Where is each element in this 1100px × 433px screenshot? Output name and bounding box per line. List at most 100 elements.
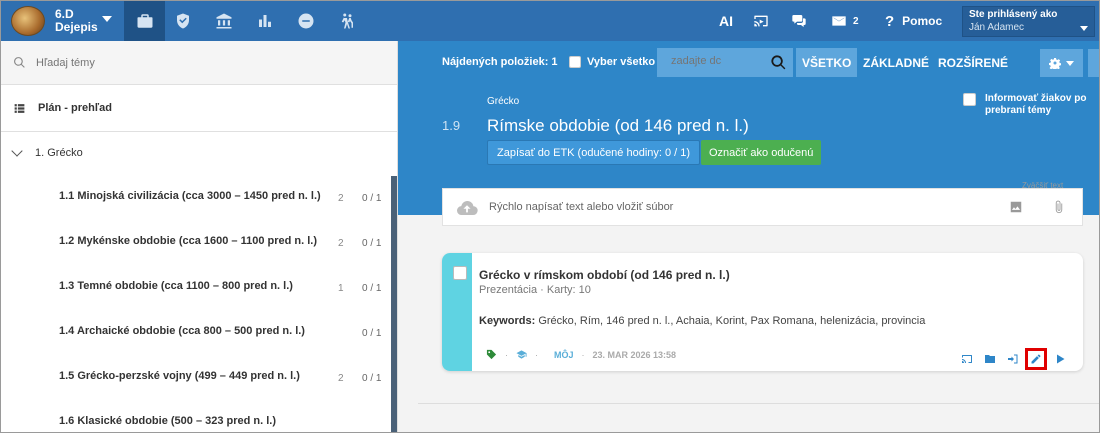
caret-down-icon [1066,60,1074,66]
paperclip-icon[interactable] [1052,199,1066,215]
lesson-count: 2 [338,238,344,249]
lesson-ratio: 0 / 1 [362,283,382,294]
people-walking-icon[interactable] [326,1,367,41]
plan-overview-item[interactable]: Plán - prehľad [1,85,397,132]
cast-icon [962,354,972,363]
play-action[interactable] [1054,353,1067,366]
keywords-label: Keywords: [479,315,536,327]
messages-count: 2 [853,15,859,27]
chevron-down-icon [11,145,23,157]
gear-icon [1049,58,1061,69]
card-subtitle: Prezentácia · Karty: 10 [479,284,591,296]
image-icon[interactable] [1009,200,1023,214]
meta-separator: · [505,349,508,360]
cast-action[interactable] [961,353,974,366]
lesson-item[interactable]: 1.4 Archaické obdobie (cca 800 – 500 pre… [1,311,398,356]
folder-action[interactable] [984,353,997,366]
messages-button[interactable]: 2 [831,1,859,41]
card-actions [961,348,1077,370]
filter-basic-button[interactable]: ZÁKLADNÉ [857,48,935,77]
content-toolbar: Nájdených položiek: 1 Vyber všetko VŠETK… [398,41,1099,84]
caret-down-icon [102,16,112,22]
lesson-ratio: 0 / 1 [362,373,382,384]
lesson-marker [391,311,397,356]
lesson-item[interactable]: 1.3 Temné obdobie (cca 1100 – 800 pred n… [1,266,398,311]
filter-extended-button[interactable]: ROZŠÍRENÉ [932,48,1014,77]
caret-down-icon [1080,26,1088,31]
topic-item-grecko[interactable]: 1. Grécko [1,132,397,174]
bar-chart-icon[interactable] [244,1,285,41]
play-icon [1057,354,1065,363]
meta-separator: · [535,349,538,360]
cast-button[interactable] [753,1,775,41]
write-etk-button[interactable]: Zapísať do ETK (odučené hodiny: 0 / 1) [487,140,701,165]
lesson-title: 1.6 Klasické obdobie (500 – 323 pred n. … [59,415,277,427]
user-caption: Ste prihlásený ako [969,9,1058,20]
topic-label: 1. Grécko [35,147,83,159]
question-icon: ? [885,12,895,30]
card-checkbox[interactable] [453,266,467,280]
briefcase-icon[interactable] [124,1,165,41]
folder-icon [985,354,995,363]
lesson-title: 1.4 Archaické obdobie (cca 800 – 500 pre… [59,325,305,337]
ai-label: AI [719,13,733,29]
main-panel: Nájdených položiek: 1 Vyber všetko VŠETK… [398,41,1099,432]
lesson-marker [391,356,397,401]
lesson-item[interactable]: 1.2 Mykénske obdobie (cca 1600 – 1100 pr… [1,221,398,266]
lesson-marker [391,221,397,266]
lesson-marker [391,176,397,221]
no-entry-icon[interactable] [285,1,326,41]
filter-button[interactable] [1088,49,1099,77]
user-menu[interactable]: Ste prihlásený ako Ján Adamec [962,6,1095,37]
lesson-title: 1.2 Mykénske obdobie (cca 1600 – 1100 pr… [59,235,318,247]
select-all-checkbox[interactable] [569,56,581,68]
class-selector[interactable]: 6.D Dejepis [1,1,124,41]
sign-in-icon [1008,354,1018,363]
card-title[interactable]: Grécko v rímskom období (od 146 pred n. … [479,268,730,282]
divider [418,403,1099,404]
meta-separator: · [581,349,585,360]
class-avatar [11,6,45,36]
card-meta: · · MÔJ · 23. MAR 2026 13:58 [486,349,676,360]
lesson-item[interactable]: 1.5 Grécko-perzské vojny (499 – 449 pred… [1,356,398,401]
found-count: Nájdených položiek: 1 [442,56,558,68]
graduation-cap-icon[interactable] [516,349,527,360]
lesson-item[interactable]: 1.6 Klasické obdobie (500 – 323 pred n. … [1,401,398,432]
owner-badge: MÔJ [554,349,574,360]
topic-search-input[interactable] [36,56,336,69]
ai-button[interactable]: AI [719,1,733,41]
tag-icon[interactable] [486,349,497,360]
bank-icon[interactable] [203,1,244,41]
envelope-icon [832,16,846,26]
lesson-count: 1 [338,283,344,294]
class-label: 6.D Dejepis [55,8,98,34]
breadcrumb[interactable]: Grécko [487,96,519,107]
search-icon[interactable] [770,54,787,71]
chat-button[interactable] [791,1,813,41]
settings-button[interactable] [1040,49,1083,77]
lesson-item[interactable]: 1.1 Minojská civilizácia (cca 3000 – 145… [1,176,398,221]
edit-action[interactable] [1025,348,1047,370]
sign-in-action[interactable] [1007,353,1020,366]
content-search-input[interactable] [671,55,751,67]
filter-all-button[interactable]: VŠETKO [796,48,858,77]
lesson-count: 2 [338,373,344,384]
help-button[interactable]: ? Pomoc [885,1,942,41]
topic-search [1,41,397,85]
lesson-ratio: 0 / 1 [362,238,382,249]
lesson-title: 1.3 Temné obdobie (cca 1100 – 800 pred n… [59,280,293,292]
material-card[interactable]: Grécko v rímskom období (od 146 pred n. … [442,253,1083,371]
cloud-upload-icon [457,201,478,215]
pencil-icon [1031,354,1041,364]
inform-students-checkbox[interactable] [963,93,976,106]
shield-icon[interactable] [162,1,203,41]
mark-taught-button[interactable]: Označiť ako odučenú [701,140,822,165]
card-date: 23. MAR 2026 13:58 [592,349,677,360]
list-icon [14,103,25,113]
select-all-label[interactable]: Vyber všetko [587,56,655,68]
lesson-number: 1.9 [442,118,461,133]
app-frame: 6.D Dejepis AI 2 ? Pomoc Ste prihlásený … [0,0,1100,433]
help-label: Pomoc [902,14,943,28]
quick-input[interactable]: Rýchlo napísať text alebo vložiť súbor [442,188,1083,226]
subject-name: Dejepis [55,20,98,34]
